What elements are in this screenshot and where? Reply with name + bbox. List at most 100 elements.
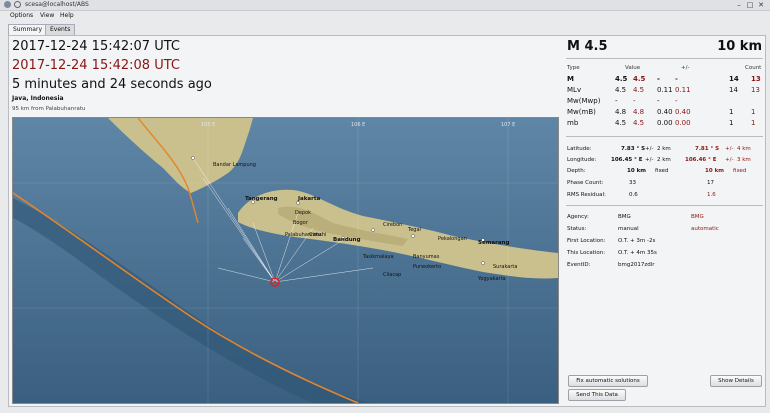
map-label-city: Surakarta (493, 264, 517, 270)
magnitude-row[interactable]: Mw(mB) 4.8 4.8 0.40 0.40 1 1 (567, 107, 763, 117)
map-label-city: Purwokerto (413, 264, 441, 270)
magnitude-col-pm: +/- (681, 65, 690, 71)
magnitude-cell-v2: 4.5 (633, 75, 646, 83)
magnitude-cell-c1: 14 (729, 86, 738, 94)
agency-row: Agency: BMG BMG (567, 214, 704, 220)
nearest-city: 95 km from Palabuhanratu (12, 106, 86, 112)
window-menu-icon[interactable] (14, 1, 21, 8)
close-icon[interactable]: ✕ (757, 1, 765, 9)
menu-options[interactable]: Options (10, 11, 33, 21)
event-id-row: EventID: bmg2017zdlr (567, 262, 655, 268)
magnitude-cell-c1: 1 (729, 119, 734, 127)
magnitude-cell-v2: 4.8 (633, 108, 645, 116)
map-label-city: Cilacap (383, 272, 401, 278)
maximize-icon[interactable]: □ (746, 1, 754, 9)
map-label-city: Semarang (478, 240, 509, 246)
city-dot (411, 234, 415, 238)
separator (566, 58, 763, 59)
first-location-row: First Location: O.T. + 3m -2s (567, 238, 656, 244)
rms-residual-row: RMS Residual: 0.6 1.6 (567, 192, 716, 198)
magnitude-cell-type: MLv (567, 86, 582, 94)
magnitude-cell-type: mb (567, 119, 579, 127)
tab-events[interactable]: Events (45, 24, 76, 35)
magnitude-cell-e1: - (657, 97, 660, 105)
this-location-row: This Location: O.T. + 4m 35s (567, 250, 657, 256)
magnitude-cell-c2: 13 (751, 75, 761, 83)
map-label-city: Tangerang (245, 196, 278, 202)
map-label-city: Pekalongan (438, 236, 467, 242)
map-label-city: Tasikmalaya (362, 254, 394, 260)
tab-summary[interactable]: Summary (8, 24, 47, 35)
separator (566, 136, 763, 137)
magnitude-cell-type: M (567, 75, 574, 83)
map-label-city: Jakarta (297, 196, 320, 202)
origin-time: 2017-12-24 15:42:07 UTC (12, 39, 180, 54)
magnitude-cell-v1: - (615, 97, 618, 105)
magnitude-cell-v1: 4.8 (615, 108, 627, 116)
map-label-lon-106: 106 E (351, 122, 365, 128)
magnitude-row[interactable]: MLv 4.5 4.5 0.11 0.11 14 13 (567, 85, 763, 95)
magnitude-cell-v2: - (633, 97, 636, 105)
magnitude-cell-type: Mw(Mwp) (567, 97, 601, 105)
menubar: Options View Help (0, 11, 770, 21)
magnitude-cell-e2: - (675, 97, 678, 105)
map-label-city: Bandung (333, 237, 361, 243)
city-dot (371, 228, 375, 232)
magnitude-cell-v1: 4.5 (615, 86, 627, 94)
magnitude-col-count: Count (745, 65, 762, 71)
map-label-city: Yogyakarta (477, 276, 506, 282)
magnitude-col-type: Type (567, 65, 580, 71)
magnitude-cell-e2: 0.00 (675, 119, 691, 127)
map-label-lon-105: 105 E (201, 122, 215, 128)
app-icon (4, 1, 11, 8)
window-title: scesa@localhost/ABS (25, 1, 89, 8)
magnitude-heading: M 4.5 (567, 39, 608, 54)
magnitude-cell-v2: 4.5 (633, 119, 645, 127)
city-dot (191, 156, 195, 160)
minimize-icon[interactable]: – (735, 1, 743, 9)
menu-view[interactable]: View (40, 11, 54, 21)
map-label-city: Bogor (293, 220, 309, 226)
longitude-row: Longitude: 106.45 ° E +/- 2 km 106.46 ° … (567, 157, 751, 163)
epicenter-dot (273, 280, 277, 284)
menu-help[interactable]: Help (60, 11, 74, 21)
magnitude-cell-c2: 1 (751, 108, 756, 116)
status-row: Status: manual automatic (567, 226, 719, 232)
map-label-city: Cirebon (383, 222, 402, 228)
map-label-city: Palabuhanratu (285, 232, 321, 238)
send-this-data-button[interactable]: Send This Data (568, 389, 626, 401)
fix-automatic-solutions-button[interactable]: Fix automatic solutions (568, 375, 648, 387)
magnitude-cell-e1: 0.40 (657, 108, 673, 116)
map-label-city: Banyumas (413, 254, 440, 260)
magnitude-row[interactable]: Mw(Mwp) - - - - (567, 96, 763, 106)
magnitude-col-value: Value (625, 65, 641, 71)
magnitude-row[interactable]: M 4.5 4.5 - - 14 13 (567, 74, 763, 84)
show-details-button[interactable]: Show Details (710, 375, 762, 387)
magnitude-cell-e1: 0.11 (657, 86, 673, 94)
magnitude-cell-c1: 1 (729, 108, 734, 116)
magnitude-cell-e1: - (657, 75, 660, 83)
map-label-city: Bandar Lampung (213, 162, 256, 168)
magnitude-row[interactable]: mb 4.5 4.5 0.00 0.00 1 1 (567, 118, 763, 128)
magnitude-cell-c2: 13 (751, 86, 760, 94)
magnitude-cell-v1: 4.5 (615, 119, 627, 127)
magnitude-cell-v2: 4.5 (633, 86, 645, 94)
magnitude-cell-c1: 14 (729, 75, 739, 83)
magnitude-cell-e1: 0.00 (657, 119, 673, 127)
magnitude-cell-e2: - (675, 75, 678, 83)
depth-row: Depth: 10 km fixed 10 km fixed (567, 168, 747, 174)
map-label-lon-107: 107 E (501, 122, 515, 128)
magnitude-cell-e2: 0.40 (675, 108, 691, 116)
magnitude-cell-c2: 1 (751, 119, 756, 127)
magnitude-cell-type: Mw(mB) (567, 108, 596, 116)
map-label-city: Tegal (407, 227, 421, 233)
latitude-row: Latitude: 7.83 ° S +/- 2 km 7.81 ° S +/-… (567, 146, 751, 152)
magnitude-cell-v1: 4.5 (615, 75, 628, 83)
event-age: 5 minutes and 24 seconds ago (12, 77, 212, 92)
magnitude-cell-e2: 0.11 (675, 86, 691, 94)
event-map[interactable]: 105 E 106 E 107 E Bandar Lampung Tangera… (12, 117, 559, 404)
automatic-origin-time: 2017-12-24 15:42:08 UTC (12, 58, 180, 73)
phase-count-row: Phase Count: 33 17 (567, 180, 714, 186)
window-titlebar: scesa@localhost/ABS – □ ✕ (0, 0, 770, 11)
separator (566, 205, 763, 206)
